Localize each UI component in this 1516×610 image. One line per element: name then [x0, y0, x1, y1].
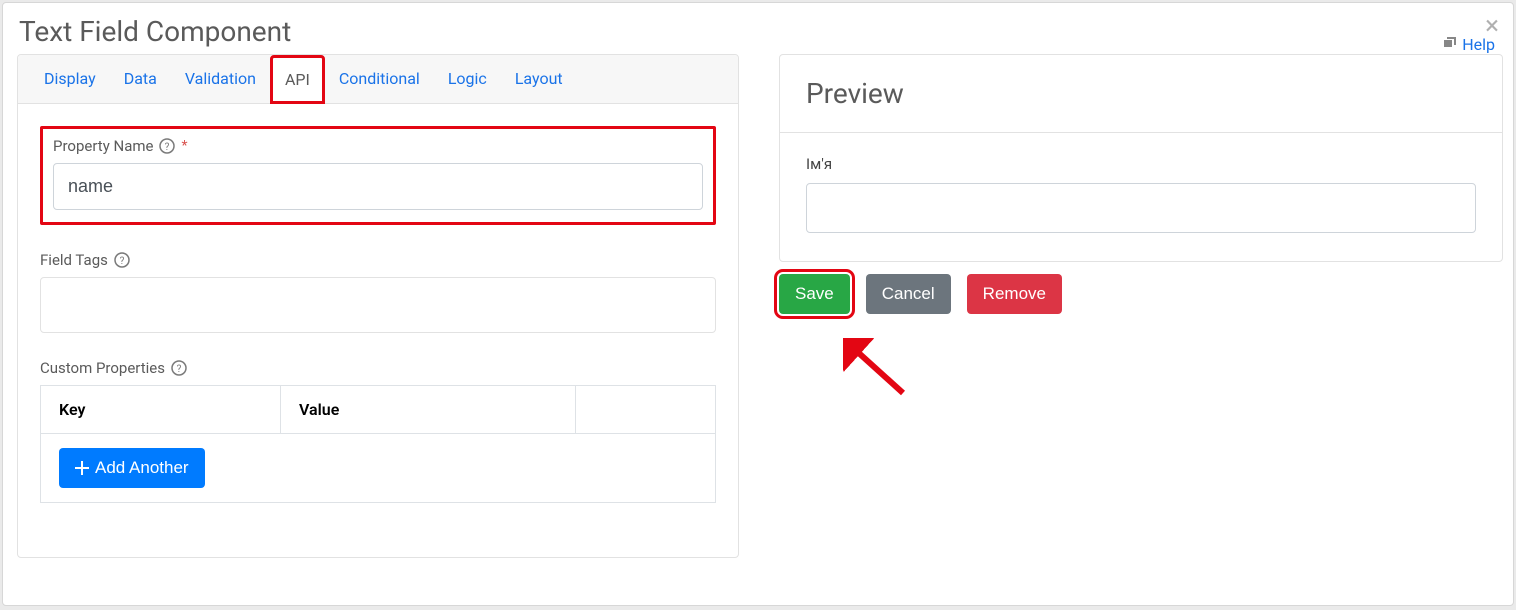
annotation-arrow-icon: [843, 338, 913, 398]
save-button[interactable]: Save: [779, 274, 850, 314]
tab-conditional[interactable]: Conditional: [325, 55, 434, 103]
column-header-key: Key: [41, 386, 281, 434]
field-tags-input[interactable]: [40, 277, 716, 333]
modal-title: Text Field Component: [3, 3, 1513, 54]
action-row: Save Cancel Remove: [779, 274, 1503, 314]
svg-text:?: ?: [177, 364, 182, 375]
custom-properties-label: Custom Properties ?: [40, 359, 716, 377]
preview-title: Preview: [806, 77, 1476, 110]
tab-bar: Display Data Validation API Conditional …: [18, 55, 738, 104]
preview-field-label: Ім'я: [806, 155, 1476, 173]
svg-text:?: ?: [165, 142, 170, 153]
preview-field-input[interactable]: [806, 183, 1476, 233]
new-window-icon: [1442, 36, 1458, 52]
tab-validation[interactable]: Validation: [171, 55, 270, 103]
tab-api[interactable]: API: [270, 55, 325, 104]
property-name-label: Property Name ? *: [53, 137, 703, 155]
tab-api-body: Property Name ? * Field Tags ?: [18, 104, 738, 557]
settings-card: Display Data Validation API Conditional …: [17, 54, 739, 558]
tab-display[interactable]: Display: [30, 55, 110, 103]
column-header-value: Value: [281, 386, 576, 434]
tab-layout[interactable]: Layout: [501, 55, 577, 103]
help-link[interactable]: Help: [1442, 35, 1495, 54]
question-circle-icon[interactable]: ?: [159, 138, 175, 154]
custom-properties-table: Key Value Add: [40, 385, 716, 503]
add-another-button[interactable]: Add Another: [59, 448, 205, 488]
column-header-actions: [576, 386, 716, 434]
cancel-button[interactable]: Cancel: [866, 274, 951, 314]
component-settings-modal: Text Field Component × Help Display Data…: [2, 2, 1514, 606]
remove-button[interactable]: Remove: [967, 274, 1062, 314]
svg-text:?: ?: [120, 256, 125, 267]
required-asterisk: *: [181, 138, 187, 154]
plus-icon: [75, 461, 89, 475]
preview-card: Preview Ім'я: [779, 54, 1503, 262]
field-tags-label: Field Tags ?: [40, 251, 716, 269]
question-circle-icon[interactable]: ?: [114, 252, 130, 268]
property-name-input[interactable]: [53, 163, 703, 210]
tab-data[interactable]: Data: [110, 55, 171, 103]
property-name-highlight: Property Name ? *: [40, 126, 716, 225]
question-circle-icon[interactable]: ?: [171, 360, 187, 376]
tab-logic[interactable]: Logic: [434, 55, 501, 103]
